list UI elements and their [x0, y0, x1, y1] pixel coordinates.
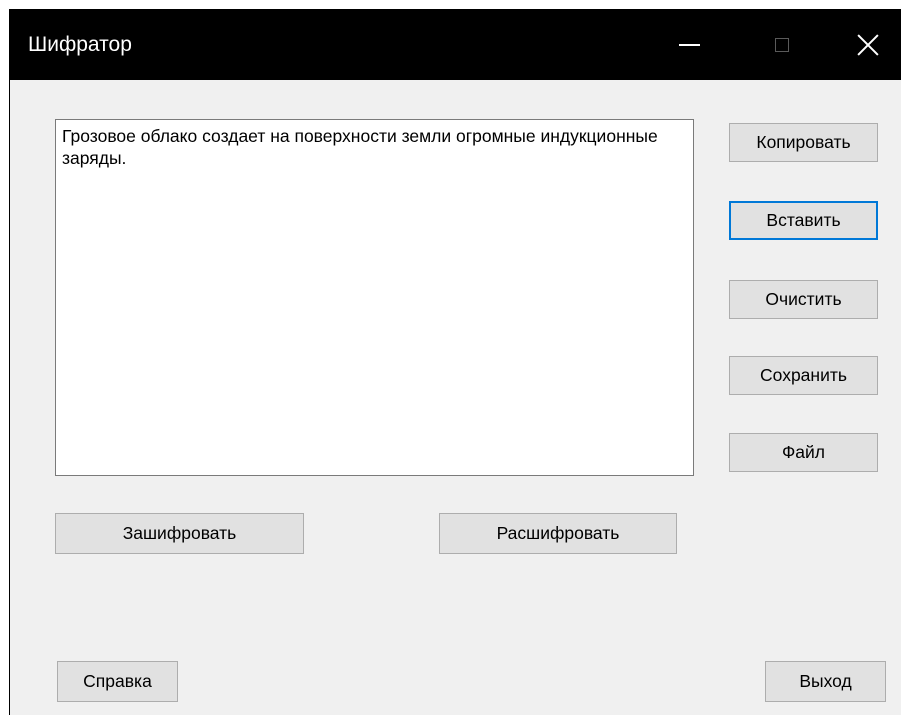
minimize-icon: [678, 43, 700, 46]
clear-button[interactable]: Очистить: [729, 280, 878, 319]
maximize-button[interactable]: [750, 9, 814, 80]
text-editor[interactable]: Грозовое облако создает на поверхности з…: [55, 119, 694, 476]
copy-button[interactable]: Копировать: [729, 123, 878, 162]
exit-button[interactable]: Выход: [765, 661, 886, 702]
file-button[interactable]: Файл: [729, 433, 878, 472]
decrypt-button[interactable]: Расшифровать: [439, 513, 677, 554]
encrypt-button[interactable]: Зашифровать: [55, 513, 304, 554]
maximize-icon: [775, 37, 789, 52]
window-title: Шифратор: [28, 33, 132, 56]
title-bar[interactable]: Шифратор: [10, 9, 901, 80]
app-window: Шифратор Грозовое облако создает на пове…: [9, 9, 901, 715]
minimize-button[interactable]: [657, 9, 721, 80]
close-icon: [857, 34, 879, 56]
paste-button[interactable]: Вставить: [729, 201, 878, 240]
help-button[interactable]: Справка: [57, 661, 178, 702]
close-button[interactable]: [836, 9, 900, 80]
save-button[interactable]: Сохранить: [729, 356, 878, 395]
